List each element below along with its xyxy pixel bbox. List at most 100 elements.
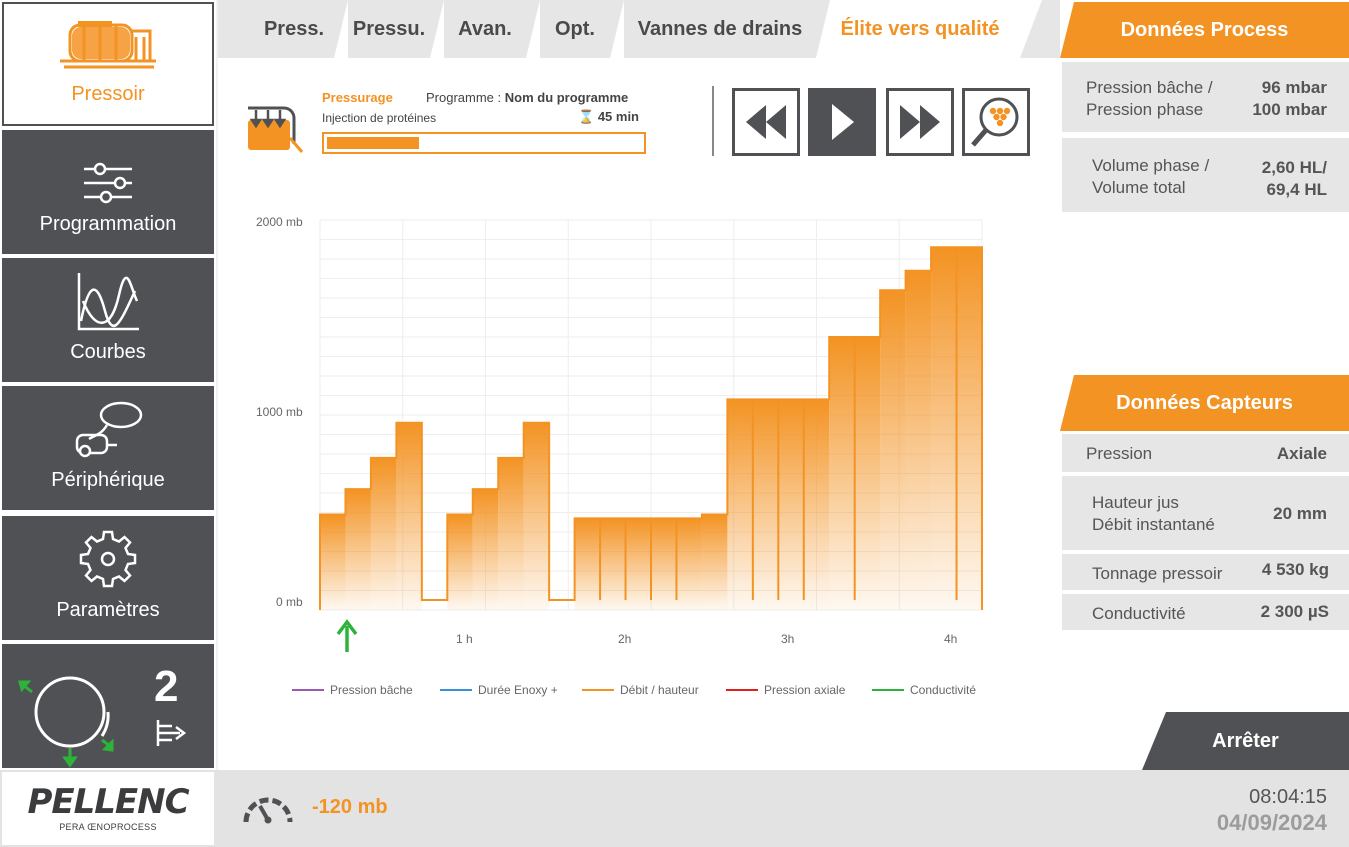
sidebar-item-label: Périphérique [51,469,165,491]
program-phase: Pressurage [322,90,393,105]
sidebar: Pressoir Programmation Courbes Périphéri… [0,0,216,770]
peripheral-icon [75,401,143,458]
row-label: Tonnage pressoir [1092,564,1223,583]
legend-label: Pression bâche [330,683,413,697]
chart-bar [600,518,626,610]
chart-bar [931,247,957,611]
chart-bar [778,399,804,610]
chart-bar [956,247,982,611]
chart-bar [727,399,753,610]
tab-separator [430,0,444,58]
drum-rotation-icon [18,676,114,768]
sidebar-item-label: Courbes [70,341,146,363]
sidebar-item-parametres[interactable]: Paramètres [2,516,214,640]
chart-bar [472,489,499,610]
right-panel: Données Process Pression bâche / Pressio… [1060,0,1349,770]
search-grapes-button[interactable] [962,88,1030,156]
chart-bar [829,337,855,610]
program-name: Programme : Nom du programme [426,90,628,105]
sensor-row-conductivity: Conductivité 2 300 µS [1062,594,1349,630]
footer: PELLENC PERA ŒNOPROCESS -120 mb 08:04:15… [0,770,1349,847]
row-value: Axiale [1276,444,1327,463]
chart-bar [396,422,422,610]
legend-label: Pression axiale [764,683,846,697]
row-value: 69,4 HL [1266,180,1327,199]
tab-separator [526,0,540,58]
y-tick-label: 1000 mb [256,405,303,419]
rewind-icon [746,105,786,139]
clock-time: 08:04:15 [1249,786,1327,808]
fast-forward-icon [900,105,940,139]
chart-bar [676,518,702,610]
chart-bar [574,518,601,610]
program-progress-bar [322,132,646,154]
sensor-row-tonnage: Tonnage pressoir 4 530 kg [1062,554,1349,590]
chart-bar [370,457,397,610]
row-label: Volume phase / [1092,156,1210,175]
process-row-pressure: Pression bâche / Pression phase 96 mbar … [1062,62,1349,132]
press-machine-icon [60,21,156,69]
curves-icon [77,273,139,331]
x-tick-label: 1 h [456,632,473,646]
chart-bar [447,514,473,610]
sidebar-item-pressoir[interactable]: Pressoir [2,2,214,126]
tab-avan[interactable]: Avan. [444,0,526,58]
gear-icon [79,530,137,588]
chart-bar [905,270,932,610]
play-button[interactable] [808,88,876,156]
chart-bar [701,514,728,610]
sidebar-item-label: Pressoir [71,83,145,105]
tab-vannes-de-drains[interactable]: Vannes de drains [624,0,816,58]
chart-legend: Pression bâche Durée Enoxy + Débit / hau… [292,683,976,697]
row-label: Pression [1086,444,1153,463]
row-value: 2,60 HL/ [1261,158,1327,177]
sidebar-item-programmation[interactable]: Programmation [2,130,214,254]
chart-bar [345,489,371,610]
row-label: Conductivité [1092,604,1186,623]
stop-button[interactable]: Arrêter [1142,712,1349,770]
search-grapes-icon [971,97,1019,147]
tab-bar: Press. Pressu. Avan. Opt. Vannes de drai… [218,0,1060,58]
tab-opt[interactable]: Opt. [540,0,610,58]
divider [712,86,714,156]
process-data-header: Données Process [1060,2,1349,58]
tab-elite-vers-qualite[interactable]: Élite vers qualité [822,0,1018,58]
row-value: 4 530 kg [1261,560,1329,579]
hourglass-icon: ⌛ [578,109,595,124]
sidebar-item-courbes[interactable]: Courbes [2,258,214,382]
row-label: Pression phase [1086,100,1204,119]
row-value: 96 mbar [1261,78,1327,97]
row-value: 2 300 µS [1260,602,1329,621]
pressure-chart: 2000 mb 1000 mb 0 mb 1 h 2h 3h 4h Pressi… [256,215,983,697]
fast-forward-button[interactable] [886,88,954,156]
x-tick-label: 3h [781,632,794,646]
sidebar-item-label: Programmation [39,213,177,235]
chart-bar [320,514,346,610]
program-icon [248,106,304,153]
start-marker-icon [336,619,358,652]
rewind-button[interactable] [732,88,800,156]
logo-subtitle: PERA ŒNOPROCESS [59,822,157,832]
sliders-icon [84,162,132,204]
row-label: Débit instantané [1092,515,1215,534]
main-panel: Pressurage Programme : Nom du programme … [218,58,1060,770]
tab-press[interactable]: Press. [254,0,334,58]
program-progress-fill [327,137,420,149]
tab-separator [1020,0,1042,58]
play-icon [832,104,854,140]
y-tick-label: 2000 mb [256,215,303,229]
sensor-data-header: Données Capteurs [1060,375,1349,431]
chart-bar [880,290,906,610]
program-name-value: Nom du programme [504,90,629,105]
sensor-row-juice-height: Hauteur jus Débit instantané 20 mm [1062,476,1349,550]
tab-separator [334,0,348,58]
chart-bar [625,518,651,610]
gauge-value: -120 mb [312,796,388,818]
row-label: Pression bâche / [1086,78,1213,97]
rotation-status-panel[interactable]: 2 [2,644,214,768]
chart-bar [752,399,779,610]
sidebar-item-peripherique[interactable]: Périphérique [2,386,214,510]
y-tick-label: 0 mb [276,595,303,609]
chart-bar [803,399,830,610]
tab-pressu[interactable]: Pressu. [348,0,430,58]
